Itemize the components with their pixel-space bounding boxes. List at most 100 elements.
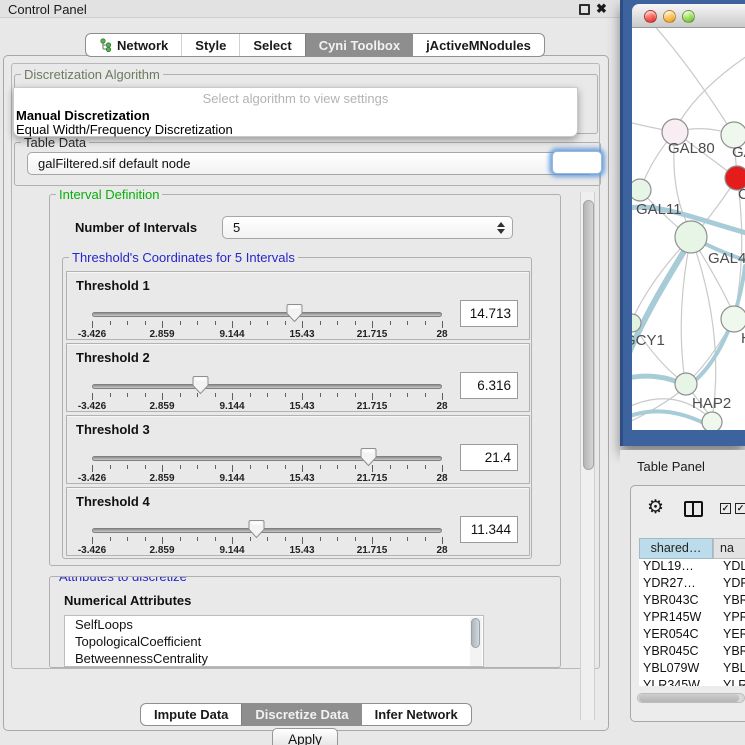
table-row[interactable]: YBR043CYBR0 (639, 593, 745, 610)
checkbox-icon[interactable]: ✓ (720, 503, 731, 514)
threshold-slider-thumb[interactable] (192, 375, 209, 395)
tab-label: Network (117, 38, 168, 53)
table-data-combobox[interactable]: galFiltered.sif default node (27, 152, 593, 175)
threshold-slider-track[interactable] (92, 312, 442, 317)
num-intervals-combobox[interactable]: 5 (222, 216, 513, 239)
network-edge[interactable] (632, 390, 682, 426)
threshold-value-field[interactable] (460, 372, 518, 399)
network-edge-highlighted[interactable] (632, 411, 745, 430)
tick-mark (162, 393, 163, 400)
tick-mark (232, 321, 233, 328)
table-h-scrollbar[interactable] (637, 693, 745, 703)
bottom-tabbar: Impute DataDiscretize DataInfer Network (140, 703, 472, 726)
table-row[interactable]: YDR27…YDR2 (639, 576, 745, 593)
settings-scrollbar[interactable] (580, 192, 595, 720)
tick-mark (110, 537, 111, 541)
attributes-group: Attributes to discretize Numerical Attri… (49, 576, 561, 668)
attribute-item[interactable]: TopologicalCoefficient (65, 633, 483, 650)
algorithm-combobox[interactable] (552, 151, 602, 174)
table-panel-title: Table Panel (637, 459, 705, 474)
table-row[interactable]: YER054CYER0 (639, 627, 745, 644)
tick-label: -3.426 (78, 473, 106, 484)
settings-scrollbar-thumb[interactable] (583, 200, 594, 470)
threshold-panel: Threshold 1-3.4262.8599.14415.4321.71528 (66, 271, 530, 340)
tick-mark (110, 393, 111, 397)
tab-jactivemnodules[interactable]: jActiveMNodules (413, 34, 544, 56)
top-tabbar: Network StyleSelectCyni ToolboxjActiveMNo… (85, 33, 545, 57)
table-row[interactable]: YPR145WYPR1 (639, 610, 745, 627)
apply-button[interactable]: Apply (272, 728, 338, 745)
tick-mark (215, 393, 216, 397)
close-traffic-light[interactable] (644, 10, 657, 23)
tick-label: -3.426 (78, 329, 106, 340)
network-canvas[interactable]: GAL80GACGAL11GAL4GCY1HHAP2 (632, 28, 745, 430)
slider-ticks (92, 537, 442, 545)
attributes-listbox[interactable]: SelfLoopsTopologicalCoefficientBetweenne… (64, 615, 484, 667)
threshold-slider-track[interactable] (92, 528, 442, 533)
tick-mark (145, 537, 146, 541)
algorithm-option[interactable]: Manual Discretization (16, 108, 150, 123)
cell-name: YLR3 (713, 678, 745, 686)
minimize-traffic-light[interactable] (663, 10, 676, 23)
network-node[interactable] (675, 373, 697, 395)
tick-label: 21.715 (357, 473, 388, 484)
attributes-items: SelfLoopsTopologicalCoefficientBetweenne… (65, 616, 483, 667)
num-intervals-label: Number of Intervals (75, 220, 197, 235)
network-edge[interactable] (680, 54, 745, 121)
network-node[interactable] (675, 221, 707, 253)
network-edge[interactable] (652, 28, 734, 135)
tab-style[interactable]: Style (181, 34, 239, 56)
threshold-panel: Threshold 3-3.4262.8599.14415.4321.71528 (66, 415, 530, 484)
table-row[interactable]: YBR045CYBR0 (639, 644, 745, 661)
threshold-value-field[interactable] (460, 300, 518, 327)
float-window-icon[interactable] (579, 4, 590, 15)
table-h-scrollbar-thumb[interactable] (639, 694, 739, 702)
tab-select[interactable]: Select (239, 34, 304, 56)
network-node[interactable] (632, 179, 651, 201)
attributes-scrollbar[interactable] (470, 617, 482, 667)
table-data-combobox-value: galFiltered.sif default node (38, 156, 190, 171)
checkbox-icon[interactable]: ✓ (735, 503, 745, 514)
tab-impute-data[interactable]: Impute Data (141, 704, 241, 725)
table-row[interactable]: YLR345WYLR3 (639, 678, 745, 686)
tick-mark (215, 321, 216, 325)
screen: Control Panel ✖ Discretization Algorithm… (0, 0, 745, 745)
threshold-slider-thumb[interactable] (248, 519, 265, 539)
tick-mark (267, 537, 268, 541)
tick-mark (407, 465, 408, 469)
threshold-slider-thumb[interactable] (360, 447, 377, 467)
algorithm-option[interactable]: Equal Width/Frequency Discretization (16, 122, 233, 137)
tick-label: 15.43 (289, 473, 314, 484)
tick-mark (390, 537, 391, 541)
threshold-slider-thumb[interactable] (286, 303, 303, 323)
attribute-item[interactable]: SelfLoops (65, 616, 483, 633)
network-node[interactable] (721, 306, 745, 332)
threshold-slider-track[interactable] (92, 384, 442, 389)
network-icon (99, 38, 112, 52)
threshold-value-field[interactable] (460, 444, 518, 471)
tick-mark (197, 465, 198, 469)
node-label: GA (732, 144, 745, 161)
tick-mark (232, 465, 233, 472)
column-header-shared-name[interactable]: shared… (639, 538, 713, 559)
tab-cyni-toolbox[interactable]: Cyni Toolbox (305, 34, 413, 56)
attributes-scrollbar-thumb[interactable] (471, 618, 480, 648)
tab-discretize-data[interactable]: Discretize Data (241, 704, 361, 725)
gear-icon[interactable]: ⚙ (647, 496, 664, 519)
zoom-traffic-light[interactable] (682, 10, 695, 23)
threshold-slider-track[interactable] (92, 456, 442, 461)
tab-infer-network[interactable]: Infer Network (362, 704, 471, 725)
network-window-titlebar[interactable] (632, 4, 745, 28)
column-header-name[interactable]: na (713, 538, 745, 559)
table-row[interactable]: YDL19…YDL1 (639, 559, 745, 576)
tab-network[interactable]: Network (86, 34, 181, 56)
table-row[interactable]: YBL079WYBL0 (639, 661, 745, 678)
close-icon[interactable]: ✖ (596, 1, 607, 17)
cyni-toolbox-panel: Discretization Algorithm Table Data galF… (3, 55, 609, 731)
attribute-item[interactable]: BetweennessCentrality (65, 650, 483, 667)
threshold-value-field[interactable] (460, 516, 518, 543)
tick-label: -3.426 (78, 545, 106, 556)
node-label: GAL11 (636, 201, 682, 218)
network-node[interactable] (702, 412, 722, 430)
columns-icon[interactable] (684, 501, 703, 517)
